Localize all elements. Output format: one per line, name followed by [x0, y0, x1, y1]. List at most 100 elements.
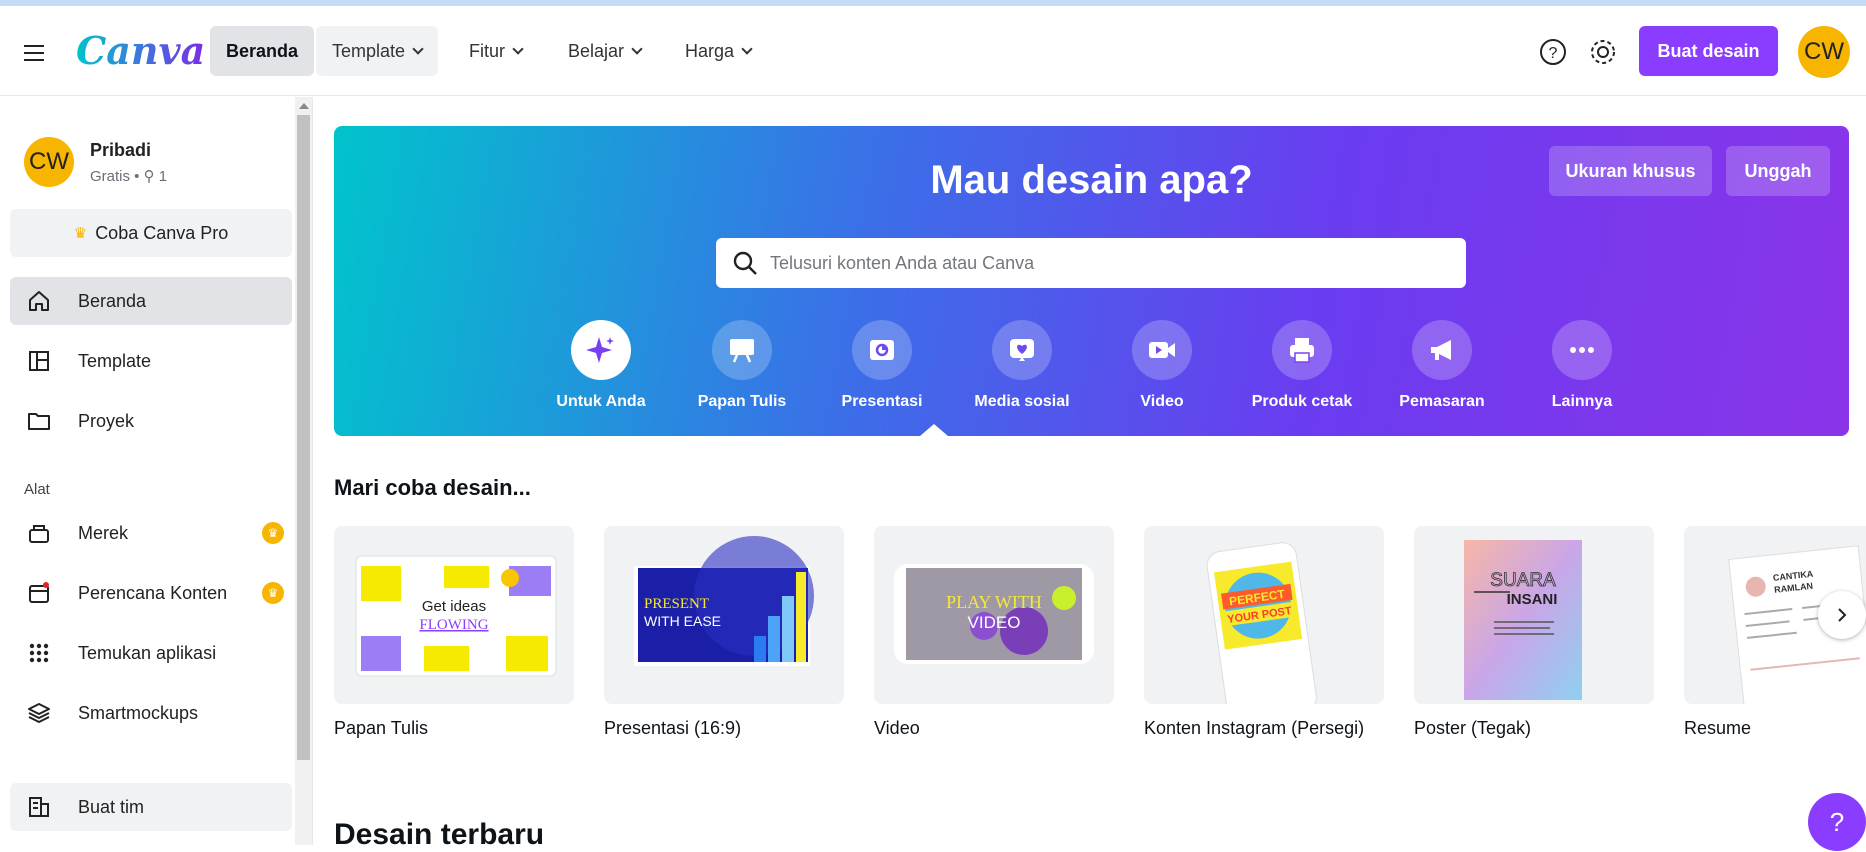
crown-icon: ♛ — [73, 225, 88, 242]
pro-crown-badge: ♛ — [262, 582, 284, 604]
scroll-up-arrow-icon[interactable] — [299, 103, 309, 109]
sidebar-item-template[interactable]: Template — [10, 337, 292, 385]
nav-label: Fitur — [469, 40, 505, 61]
thumb-text: FLOWING — [419, 617, 488, 633]
tools-section-label: Alat — [24, 481, 50, 498]
sidebar-item-label: Smartmockups — [78, 702, 199, 723]
pro-crown-badge: ♛ — [262, 522, 284, 544]
category-pemasaran[interactable]: Pemasaran — [1372, 320, 1512, 411]
sidebar-item-smartmockups[interactable]: Smartmockups — [10, 689, 292, 737]
card-label: Poster (Tegak) — [1414, 718, 1532, 738]
sidebar-item-label: Beranda — [78, 290, 147, 311]
sidebar-item-merek[interactable]: Merek ♛ — [10, 509, 292, 557]
sidebar-item-proyek[interactable]: Proyek — [10, 397, 292, 445]
hero-banner: Mau desain apa? Ukuran khusus Unggah Tel… — [334, 126, 1849, 436]
custom-size-button[interactable]: Ukuran khusus — [1549, 146, 1712, 196]
design-card-presentasi[interactable]: PRESENT WITH EASE Presentasi (16:9) — [604, 526, 844, 739]
card-thumbnail: PLAY WITH VIDEO — [874, 526, 1114, 704]
sidebar-item-perencana-konten[interactable]: Perencana Konten ♛ — [10, 569, 292, 617]
sidebar-item-label: Buat tim — [78, 796, 145, 817]
apps-grid-icon — [26, 640, 52, 666]
sidebar-item-label: Merek — [78, 522, 129, 543]
try-pro-label: Coba Canva Pro — [95, 222, 229, 243]
design-card-instagram[interactable]: PERFECT YOUR POST Konten Instagram (Pers… — [1144, 526, 1384, 739]
nav-harga[interactable]: Harga — [669, 26, 767, 76]
search-icon — [733, 251, 757, 275]
thumb-text: PLAY WITH — [946, 592, 1042, 612]
chevron-down-icon — [741, 42, 753, 55]
card-label: Presentasi (16:9) — [604, 718, 742, 738]
team-switcher[interactable]: CW Pribadi Gratis • ⚲ 1 — [24, 137, 167, 187]
card-label: Resume — [1684, 718, 1752, 738]
category-untuk-anda[interactable]: Untuk Anda — [531, 320, 671, 411]
video-icon — [1132, 320, 1192, 380]
sidebar-item-label: Perencana Konten — [78, 582, 228, 603]
sidebar-divider — [312, 97, 313, 845]
menu-icon[interactable] — [20, 40, 50, 70]
card-thumbnail: SUARA INSANI — [1414, 526, 1654, 704]
thumb-text: SUARA — [1490, 570, 1556, 591]
card-thumbnail: PERFECT YOUR POST — [1144, 526, 1384, 704]
upload-button[interactable]: Unggah — [1726, 146, 1830, 196]
card-label: Papan Tulis — [334, 718, 429, 738]
megaphone-icon — [1412, 320, 1472, 380]
thumb-text: VIDEO — [968, 613, 1021, 632]
sidebar-item-label: Proyek — [78, 410, 135, 431]
category-video[interactable]: Video — [1092, 320, 1232, 411]
team-building-icon — [26, 794, 52, 820]
svg-text:?: ? — [1549, 45, 1558, 62]
nav-label: Harga — [685, 40, 735, 61]
layers-icon — [26, 700, 52, 726]
printer-icon — [1272, 320, 1332, 380]
design-card-poster[interactable]: SUARA INSANI Poster (Tegak) — [1414, 526, 1654, 739]
category-label: Media sosial — [974, 393, 1070, 410]
brand-icon — [26, 520, 52, 546]
search-placeholder: Telusuri konten Anda atau Canva — [770, 252, 1035, 273]
avatar[interactable]: CW — [1798, 26, 1850, 78]
nav-template[interactable]: Template — [316, 26, 439, 76]
category-media-sosial[interactable]: Media sosial — [952, 320, 1092, 411]
home-icon — [26, 288, 52, 314]
sidebar-scrollbar[interactable] — [295, 97, 312, 845]
design-card-video[interactable]: PLAY WITH VIDEO Video — [874, 526, 1114, 739]
card-thumbnail: Get ideas FLOWING — [334, 526, 574, 704]
thumb-text: INSANI — [1507, 591, 1558, 608]
card-thumbnail: PRESENT WITH EASE — [604, 526, 844, 704]
team-avatar: CW — [24, 137, 74, 187]
chevron-down-icon — [512, 42, 524, 55]
thumb-text: Get ideas — [422, 598, 486, 615]
search-input[interactable]: Telusuri konten Anda atau Canva — [716, 238, 1466, 288]
sidebar-item-temukan-aplikasi[interactable]: Temukan aplikasi — [10, 629, 292, 677]
category-papan-tulis[interactable]: Papan Tulis — [672, 320, 812, 411]
sidebar-item-buat-tim[interactable]: Buat tim — [10, 783, 292, 831]
thumb-text: WITH EASE — [644, 613, 721, 629]
scrollbar-thumb[interactable] — [297, 115, 310, 760]
category-produk-cetak[interactable]: Produk cetak — [1232, 320, 1372, 411]
chevron-down-icon — [631, 42, 643, 55]
carousel-next-button[interactable] — [1818, 591, 1866, 639]
try-pro-button[interactable]: ♛ Coba Canva Pro — [10, 209, 292, 257]
presentation-icon — [852, 320, 912, 380]
whiteboard-icon — [712, 320, 772, 380]
chevron-down-icon — [412, 42, 424, 55]
folder-icon — [26, 408, 52, 434]
category-lainnya[interactable]: Lainnya — [1512, 320, 1652, 411]
sidebar-item-beranda[interactable]: Beranda — [10, 277, 292, 325]
create-design-button[interactable]: Buat desain — [1639, 26, 1778, 76]
nav-label: Belajar — [568, 40, 625, 61]
nav-fitur[interactable]: Fitur — [453, 26, 538, 76]
category-presentasi[interactable]: Presentasi — [812, 320, 952, 411]
help-icon[interactable]: ? — [1538, 37, 1568, 67]
heart-icon — [992, 320, 1052, 380]
nav-beranda[interactable]: Beranda — [210, 26, 315, 76]
canva-logo[interactable]: Canva — [76, 28, 205, 73]
nav-label: Template — [332, 40, 406, 61]
chevron-right-icon — [1838, 608, 1847, 622]
nav-belajar[interactable]: Belajar — [552, 26, 657, 76]
design-card-papan-tulis[interactable]: Get ideas FLOWING Papan Tulis — [334, 526, 574, 739]
top-navigation-bar: Canva Beranda Template Fitur Belajar Har… — [0, 6, 1866, 96]
team-plan: Gratis • ⚲ 1 — [90, 167, 168, 185]
category-label: Produk cetak — [1251, 393, 1353, 410]
settings-icon[interactable] — [1588, 37, 1618, 67]
help-fab-button[interactable]: ? — [1808, 793, 1866, 851]
